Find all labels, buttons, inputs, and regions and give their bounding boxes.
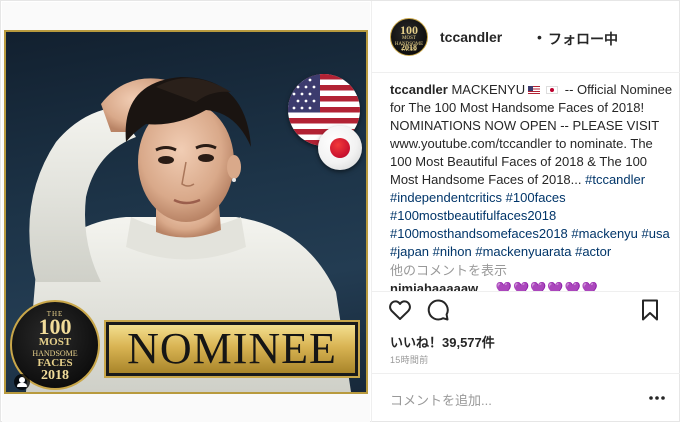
comment-username[interactable]: nimiahaaaaaw [390, 281, 478, 291]
caption-lead: MACKENYU [451, 82, 526, 97]
follow-status-button[interactable]: フォロー中 [548, 29, 618, 49]
add-comment-box[interactable]: コメントを追加... [372, 373, 680, 422]
avatar-number: 100 [400, 23, 418, 37]
hashtag[interactable]: #100mosthandsomefaces2018 [390, 226, 568, 241]
post-timestamp[interactable]: 15時間前 [390, 353, 429, 366]
post-details-panel: 100 MOST HANDSOME FACES 2018 tccandler •… [371, 1, 680, 422]
hashtag[interactable]: #usa [642, 226, 670, 241]
hashtag[interactable]: #independentcritics [390, 190, 502, 205]
badge-number: 100 [38, 314, 72, 339]
caption-username[interactable]: tccandler [390, 82, 448, 97]
avatar-year: 2018 [401, 43, 417, 52]
hashtag[interactable]: #japan [390, 244, 429, 259]
hashtag[interactable]: #actor [575, 244, 611, 259]
instagram-post: THE 100 MOST HANDSOME FACES 2018 NOMINEE… [0, 0, 680, 422]
comment-icon[interactable] [426, 298, 450, 322]
hashtag[interactable]: #100mostbeautifulfaces2018 [390, 208, 556, 223]
user-tag-icon[interactable] [14, 374, 30, 390]
bookmark-icon[interactable] [638, 298, 662, 322]
badge-most: MOST [38, 336, 72, 348]
header-separator: • [537, 29, 542, 45]
comment-preview: nimiahaaaaaw 💜💜💜💜💜💜 [390, 281, 675, 291]
view-more-comments-link[interactable]: 他のコメントを表示 [390, 260, 507, 279]
more-options-icon[interactable] [648, 389, 666, 407]
japan-flag-icon [318, 126, 362, 170]
comment-text: 💜💜💜💜💜💜 [495, 281, 599, 291]
post-media: THE 100 MOST HANDSOME FACES 2018 NOMINEE [2, 2, 370, 422]
hashtag[interactable]: #tccandler [585, 172, 645, 187]
hashtag[interactable]: #100faces [506, 190, 566, 205]
nominee-banner-text: NOMINEE [127, 324, 337, 373]
us-flag-icon [528, 86, 541, 94]
japan-flag-icon [546, 86, 559, 94]
avatar[interactable]: 100 MOST HANDSOME FACES 2018 [390, 18, 428, 56]
hashtag[interactable]: #mackenyuarata [475, 244, 571, 259]
hashtag[interactable]: #mackenyu [571, 226, 637, 241]
heart-icon[interactable] [388, 298, 412, 322]
like-count[interactable]: いいね！39,577件 [390, 332, 495, 351]
hashtag[interactable]: #nihon [433, 244, 472, 259]
nominee-banner: NOMINEE [104, 320, 360, 378]
header-username[interactable]: tccandler [440, 29, 502, 45]
comment-input[interactable]: コメントを追加... [390, 390, 492, 409]
post-caption: tccandler MACKENYU -- Official Nominee f… [390, 81, 675, 261]
action-bar [372, 291, 680, 327]
post-header: 100 MOST HANDSOME FACES 2018 tccandler •… [372, 1, 680, 73]
